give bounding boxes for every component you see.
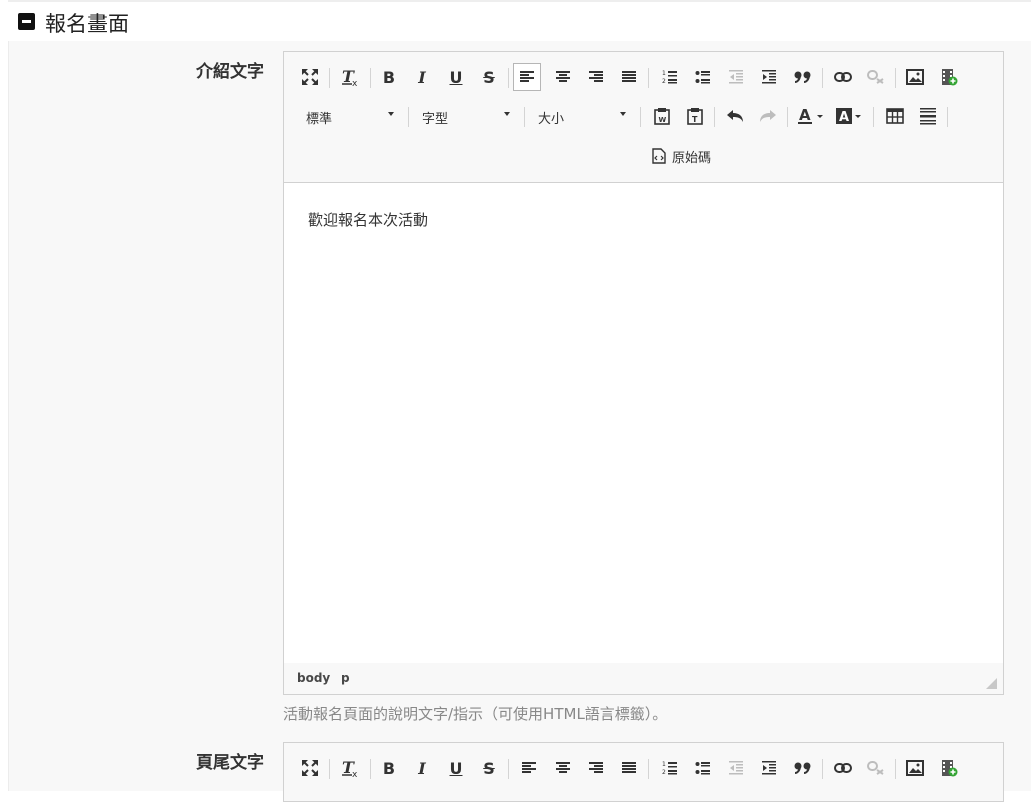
size-select-value: 大小	[538, 112, 565, 127]
bulleted-list-icon[interactable]	[689, 63, 717, 91]
chevron-down-icon	[388, 112, 394, 116]
source-icon	[652, 148, 666, 164]
video-icon[interactable]	[935, 63, 963, 91]
format-select[interactable]: 標準	[300, 103, 400, 129]
size-select[interactable]: 大小	[532, 103, 632, 129]
bold-icon[interactable]: B	[375, 63, 403, 91]
strikethrough-icon[interactable]: S	[475, 754, 503, 782]
section-header: 報名畫面	[8, 0, 1031, 41]
svg-text:x: x	[352, 79, 358, 87]
remove-format-icon[interactable]: Tx	[336, 754, 364, 782]
svg-text:2: 2	[662, 769, 666, 776]
maximize-icon[interactable]	[296, 63, 324, 91]
underline-icon[interactable]: U	[442, 754, 470, 782]
blockquote-icon[interactable]	[789, 63, 817, 91]
svg-text:1: 1	[662, 761, 666, 768]
redo-icon[interactable]	[754, 102, 782, 130]
svg-text:A: A	[799, 107, 811, 124]
chevron-down-icon	[504, 112, 510, 116]
italic-icon[interactable]: I	[408, 63, 436, 91]
unlink-icon[interactable]	[862, 63, 890, 91]
paste-from-word-icon[interactable]: W	[648, 102, 676, 130]
svg-text:A: A	[839, 110, 849, 125]
svg-text:W: W	[659, 116, 667, 124]
resize-handle[interactable]	[986, 678, 997, 689]
format-select-value: 標準	[306, 112, 333, 127]
toolbar-row-1-footer: Tx B I U S 12	[284, 751, 1003, 785]
bulleted-list-icon[interactable]	[689, 754, 717, 782]
svg-text:1: 1	[662, 70, 666, 77]
font-select[interactable]: 字型	[416, 103, 516, 129]
table-icon[interactable]	[881, 102, 909, 130]
video-icon[interactable]	[935, 754, 963, 782]
path-item-body[interactable]: body	[297, 671, 330, 685]
align-center-icon[interactable]	[549, 754, 577, 782]
field-help-intro: 活動報名頁面的說明文字/指示（可使用HTML語言標籤）。	[283, 705, 668, 723]
numbered-list-icon[interactable]: 12	[656, 63, 684, 91]
paste-as-text-icon[interactable]: T	[681, 102, 709, 130]
svg-text:x: x	[352, 770, 358, 778]
editor-status-bar: body p	[284, 663, 1003, 694]
link-icon[interactable]	[829, 754, 857, 782]
outdent-icon[interactable]	[722, 63, 750, 91]
field-label-footer: 頁尾文字	[196, 753, 264, 773]
align-right-icon[interactable]	[582, 63, 610, 91]
image-icon[interactable]	[901, 754, 929, 782]
toolbar-row-2: 標準 字型 大小 W T A A	[284, 99, 1003, 133]
link-icon[interactable]	[829, 63, 857, 91]
outdent-icon[interactable]	[722, 754, 750, 782]
horizontal-rule-icon[interactable]	[914, 102, 942, 130]
unlink-icon[interactable]	[862, 754, 890, 782]
remove-format-icon[interactable]: Tx	[336, 63, 364, 91]
section-title: 報名畫面	[45, 12, 129, 36]
strikethrough-icon[interactable]: S	[475, 63, 503, 91]
image-icon[interactable]	[901, 63, 929, 91]
underline-icon[interactable]: U	[442, 63, 470, 91]
path-item-p[interactable]: p	[341, 671, 350, 685]
text-color-icon[interactable]: A	[794, 102, 828, 130]
bold-icon[interactable]: B	[375, 754, 403, 782]
align-right-icon[interactable]	[582, 754, 610, 782]
field-label-intro: 介紹文字	[196, 62, 264, 82]
blockquote-icon[interactable]	[789, 754, 817, 782]
svg-text:2: 2	[662, 78, 666, 85]
italic-icon[interactable]: I	[408, 754, 436, 782]
numbered-list-icon[interactable]: 12	[656, 754, 684, 782]
source-button[interactable]: 原始碼	[652, 144, 711, 168]
align-left-icon[interactable]	[513, 63, 541, 91]
collapse-icon[interactable]	[18, 13, 35, 30]
toolbar-row-1: Tx B I U S 12	[284, 60, 1003, 94]
chevron-down-icon	[620, 112, 626, 116]
align-justify-icon[interactable]	[615, 63, 643, 91]
background-color-icon[interactable]: A	[832, 102, 866, 130]
maximize-icon[interactable]	[296, 754, 324, 782]
align-center-icon[interactable]	[549, 63, 577, 91]
font-select-value: 字型	[422, 112, 449, 127]
svg-text:T: T	[692, 115, 698, 124]
align-left-icon[interactable]	[515, 754, 543, 782]
undo-icon[interactable]	[721, 102, 749, 130]
editor-content-text[interactable]: 歡迎報名本次活動	[308, 209, 428, 230]
align-justify-icon[interactable]	[615, 754, 643, 782]
rich-text-editor-footer: Tx B I U S 12	[283, 742, 1004, 802]
editor-content-area[interactable]: 歡迎報名本次活動	[284, 182, 1003, 664]
indent-icon[interactable]	[755, 63, 783, 91]
source-button-label: 原始碼	[672, 150, 712, 166]
rich-text-editor-intro: Tx B I U S 12 標準 字型 大小 W T A A 原始碼 歡迎報名本…	[283, 51, 1004, 695]
indent-icon[interactable]	[755, 754, 783, 782]
